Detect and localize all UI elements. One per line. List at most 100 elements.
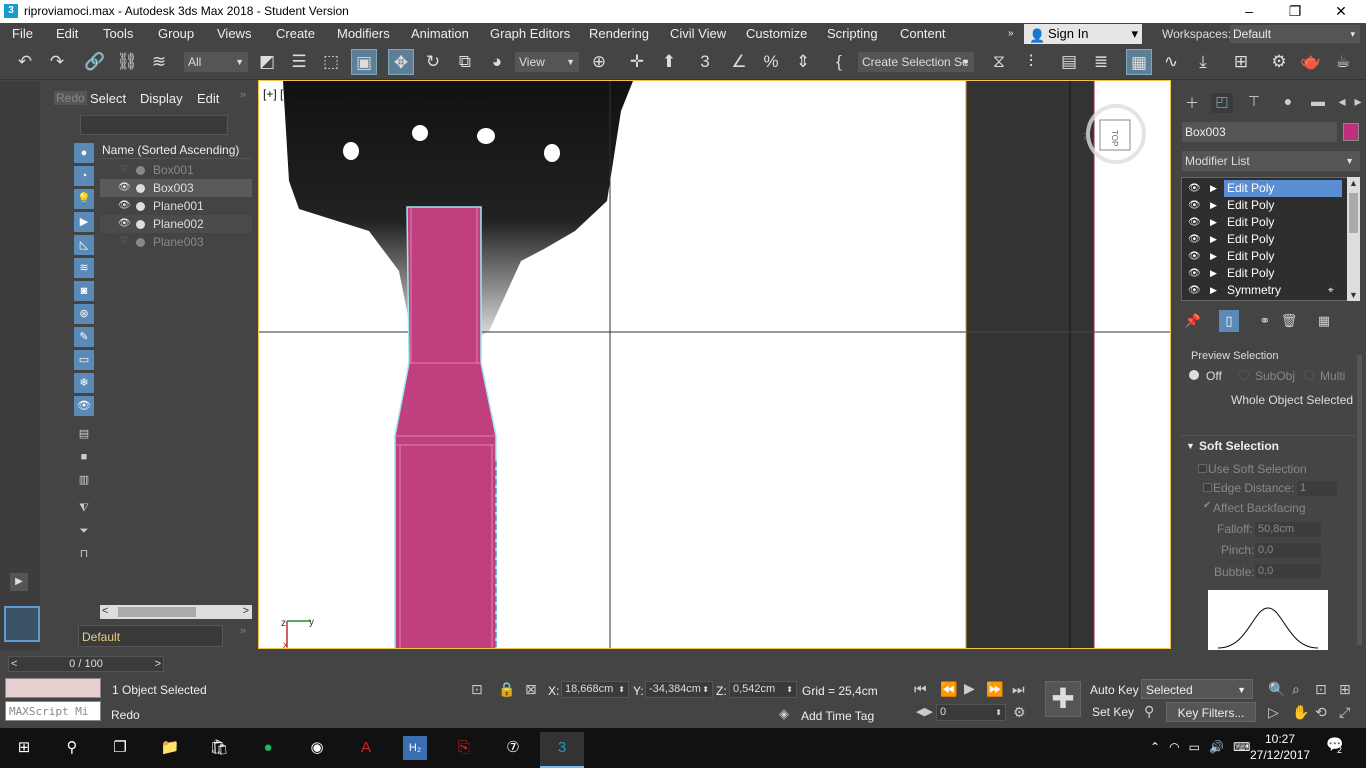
falloff-spinner[interactable]: 50,8cm — [1255, 522, 1321, 537]
search-icon[interactable]: ⚲ — [60, 736, 84, 760]
material-editor-icon[interactable]: ⊞ — [1228, 49, 1254, 75]
display-tab-icon[interactable]: ▬ — [1307, 93, 1329, 113]
render-setup-icon[interactable]: ⚙ — [1266, 49, 1292, 75]
viewcube[interactable]: TOP S — [1084, 102, 1148, 166]
store-icon[interactable]: 🛍 — [207, 736, 231, 760]
eye-icon[interactable]: 👁 — [118, 215, 131, 233]
next-frame-icon[interactable]: ⏩ — [986, 681, 1003, 698]
x-coordinate-field[interactable]: 18,668cm ⬍ — [561, 681, 629, 698]
scroll-left-icon[interactable]: < — [102, 605, 108, 617]
viewport-label-menu[interactable]: [+] [Perspective ] [Standard ] [Edged Fa… — [263, 87, 499, 101]
xrefs-filter-icon[interactable]: ⊛ — [74, 304, 94, 324]
unlink-icon[interactable]: ⛓ — [114, 49, 140, 75]
scroll-right-icon[interactable]: > — [243, 605, 249, 617]
eye-icon[interactable]: 👁 — [1188, 180, 1201, 197]
chrome-icon[interactable]: ◉ — [305, 736, 329, 760]
time-slider[interactable]: <0 / 100 > — [8, 656, 164, 672]
expand-arrow-icon[interactable]: ▶ — [1210, 248, 1217, 265]
curve-editor-icon[interactable]: ∿ — [1158, 49, 1184, 75]
play-animation-icon[interactable]: ▶ — [964, 680, 975, 697]
select-object-icon[interactable]: ◩ — [254, 49, 280, 75]
snaps-toggle-icon[interactable]: 3 — [692, 49, 718, 75]
stack-item[interactable]: 👁 ▶ Symmetry ⌖ — [1182, 282, 1344, 299]
menu-content[interactable]: Content — [900, 26, 946, 41]
pan-view-icon[interactable]: ✋ — [1292, 704, 1309, 721]
reference-coordinate-dropdown[interactable]: View ▼ — [515, 52, 579, 72]
groups-filter-icon[interactable]: ◙ — [74, 281, 94, 301]
expand-arrow-icon[interactable]: ▶ — [1210, 214, 1217, 231]
eye-icon[interactable]: 👁 — [118, 197, 131, 215]
scene-list-header[interactable]: Name (Sorted Ascending) — [100, 141, 252, 159]
spinner-snap-icon[interactable]: ⇕ — [790, 49, 816, 75]
hidden-eye-icon[interactable]: 👁 — [118, 233, 131, 251]
window-crossing-icon[interactable]: ▣ — [351, 49, 377, 75]
scrollbar-thumb[interactable] — [118, 607, 196, 617]
filter-icon[interactable]: ⧨ — [74, 498, 94, 518]
stack-item[interactable]: 👁 ▶ Edit Poly — [1182, 197, 1344, 214]
tab-display[interactable]: Display — [140, 91, 183, 106]
stack-item[interactable]: 👁 ▶ Edit Poly — [1182, 214, 1344, 231]
motion-tab-icon[interactable]: ● — [1277, 93, 1299, 113]
undo-icon[interactable]: ↶ — [12, 49, 38, 75]
absolute-mode-icon[interactable]: ⊠ — [525, 681, 537, 698]
spotify-icon[interactable]: ● — [256, 736, 280, 760]
key-filter-icon[interactable]: ⚲ — [1144, 703, 1154, 720]
percent-snap-icon[interactable]: % — [758, 49, 784, 75]
current-layer-field[interactable]: Default — [78, 625, 223, 647]
menu-tools[interactable]: Tools — [103, 26, 133, 41]
key-filters-button[interactable]: Key Filters... — [1166, 702, 1256, 722]
menu-file[interactable]: File — [12, 26, 33, 41]
modifier-stack-scrollbar[interactable]: ▲ ▼ — [1347, 177, 1360, 301]
task-view-icon[interactable]: ❐ — [108, 736, 132, 760]
select-manipulate-icon[interactable]: ✛ — [624, 49, 650, 75]
eye-icon[interactable]: 👁 — [1188, 214, 1201, 231]
layer-explorer-icon[interactable]: ▤ — [1056, 49, 1082, 75]
bind-space-warp-icon[interactable]: ≋ — [146, 49, 172, 75]
eye-icon[interactable]: 👁 — [1188, 282, 1201, 299]
action-center-icon[interactable]: 💬 2 — [1324, 736, 1346, 758]
geometry-filter-icon[interactable]: ● — [74, 143, 94, 163]
set-key-button[interactable]: Set Key — [1092, 705, 1134, 719]
bones-filter-icon[interactable]: ✎ — [74, 327, 94, 347]
keyboard-shortcut-override-icon[interactable]: ⬆ — [656, 49, 682, 75]
selection-filter-dropdown[interactable]: All ▼ — [184, 52, 248, 72]
display-all-icon[interactable]: ▤ — [74, 424, 94, 444]
rotate-icon[interactable]: ↻ — [420, 49, 446, 75]
menu-views[interactable]: Views — [217, 26, 251, 41]
shapes-filter-icon[interactable]: ◔ — [74, 166, 94, 186]
zoom-extents-icon[interactable]: ⊡ — [1315, 681, 1327, 698]
container-icon[interactable]: ⊓ — [74, 544, 94, 564]
show-end-result-icon[interactable]: ▯ — [1219, 310, 1239, 332]
clock[interactable]: 10:27 27/12/2017 — [1250, 731, 1310, 763]
key-mode-dropdown[interactable]: Selected ▼ — [1141, 679, 1253, 699]
preview-off-radio[interactable] — [1189, 370, 1199, 380]
scene-explorer-icon[interactable]: ▦ — [1126, 49, 1152, 75]
time-configuration-icon[interactable]: ⚙ — [1013, 704, 1026, 721]
pin-stack-icon[interactable]: 📌 — [1183, 310, 1203, 332]
eye-icon[interactable]: 👁 — [118, 179, 131, 197]
scene-row-box001[interactable]: 👁 Box001 — [100, 161, 252, 179]
eye-icon[interactable]: 👁 — [1188, 248, 1201, 265]
handle-mesh[interactable] — [394, 206, 497, 649]
named-selection-set-dropdown[interactable]: Create Selection Se ▼ — [858, 52, 974, 72]
move-icon[interactable]: ✥ — [388, 49, 414, 75]
mirror-icon[interactable]: ⧖ — [986, 49, 1012, 75]
seven-zip-icon[interactable]: ⑦ — [501, 736, 525, 760]
toggle-ribbon-icon[interactable]: ≣ — [1088, 49, 1114, 75]
hidden-filter-icon[interactable]: 👁 — [74, 396, 94, 416]
zoom-extents-all-icon[interactable]: ⊞ — [1339, 681, 1351, 698]
expand-icon[interactable]: » — [240, 625, 246, 637]
expand-arrow-icon[interactable]: ▶ — [1210, 197, 1217, 214]
close-button[interactable]: ✕ — [1318, 0, 1364, 23]
scene-row-plane001[interactable]: 👁 Plane001 — [100, 197, 252, 215]
remove-modifier-icon[interactable]: 🗑 — [1279, 310, 1299, 332]
menu-graph-editors[interactable]: Graph Editors — [490, 26, 570, 41]
menu-animation[interactable]: Animation — [411, 26, 469, 41]
soft-selection-rollout-header[interactable]: ▼ Soft Selection — [1181, 435, 1356, 455]
expand-arrow-icon[interactable]: ▶ — [1210, 231, 1217, 248]
play-icon[interactable]: ▶ — [10, 573, 28, 591]
frozen-filter-icon[interactable]: ❄ — [74, 373, 94, 393]
app-icon[interactable]: 3 — [4, 4, 18, 18]
expand-arrow-icon[interactable]: ▶ — [1210, 282, 1217, 299]
field-of-view-icon[interactable]: ▷ — [1268, 704, 1279, 721]
